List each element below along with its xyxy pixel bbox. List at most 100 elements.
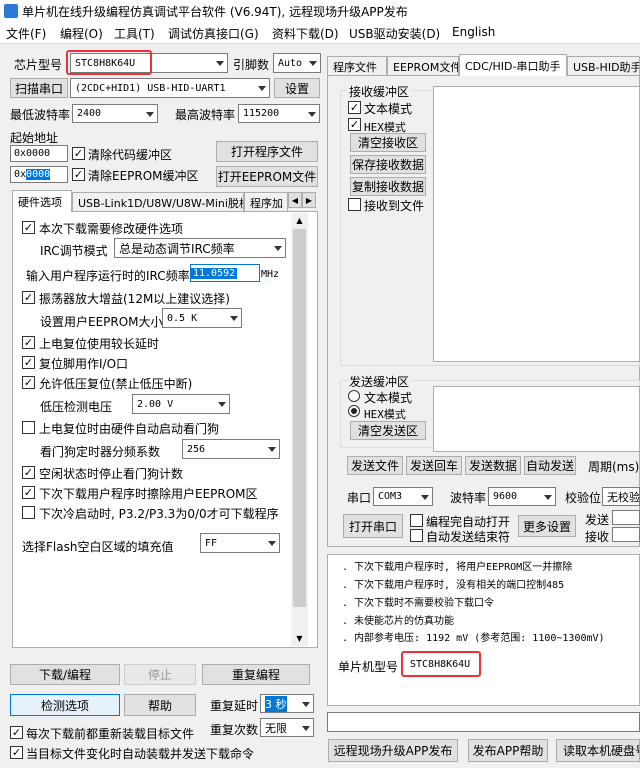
tab-hardware-options[interactable]: 硬件选项 bbox=[12, 190, 72, 212]
recv-counter-label: 接收 bbox=[585, 530, 610, 544]
send-text-mode-radio[interactable] bbox=[348, 390, 360, 402]
auto-send-button[interactable]: 自动发送 bbox=[524, 456, 576, 475]
tab-usb-hid[interactable]: USB-HID助手 bbox=[567, 56, 640, 76]
chevron-down-icon bbox=[309, 61, 317, 66]
wdt-prescaler-select[interactable]: 256 bbox=[182, 439, 280, 459]
recv-text-mode-checkbox[interactable]: ✓ bbox=[348, 101, 361, 114]
auto-terminator-checkbox[interactable] bbox=[410, 529, 423, 542]
idle-stop-wdt-label: 空闲状态时停止看门狗计数 bbox=[39, 467, 184, 481]
wdt-autostart-checkbox[interactable] bbox=[22, 421, 35, 434]
auto-send-download-checkbox[interactable]: ✓ bbox=[10, 746, 23, 759]
download-program-button[interactable]: 下载/编程 bbox=[10, 664, 120, 685]
reprogram-button[interactable]: 重复编程 bbox=[202, 664, 310, 685]
receive-textarea[interactable] bbox=[433, 86, 640, 362]
baud-rate-select[interactable]: 9600 bbox=[488, 487, 556, 506]
repeat-delay-select[interactable]: 3 秒 bbox=[260, 694, 314, 713]
menu-usb-driver[interactable]: USB驱动安装(D) bbox=[349, 25, 440, 42]
options-scrollbar[interactable]: ▲ ▼ bbox=[291, 213, 308, 646]
reload-target-checkbox[interactable]: ✓ bbox=[10, 726, 23, 739]
read-disk-id-button[interactable]: 读取本机硬盘号 bbox=[556, 739, 640, 762]
menu-debug[interactable]: 调试仿真接口(G) bbox=[168, 25, 259, 42]
auto-open-checkbox[interactable] bbox=[410, 514, 423, 527]
save-receive-button[interactable]: 保存接收数据 bbox=[350, 155, 426, 174]
menu-tools[interactable]: 工具(T) bbox=[114, 25, 155, 42]
scroll-up-icon[interactable]: ▲ bbox=[291, 213, 308, 228]
send-hex-mode-radio[interactable] bbox=[348, 405, 360, 417]
wdt-autostart-label: 上电复位时由硬件自动启动看门狗 bbox=[39, 422, 220, 436]
publish-help-button[interactable]: 发布APP帮助 bbox=[468, 739, 548, 762]
pins-label: 引脚数 bbox=[233, 58, 270, 72]
parity-select[interactable]: 无校验 bbox=[602, 487, 640, 506]
port-value: (2CDC+HID1) USB-HID-UART1 bbox=[75, 82, 226, 94]
tab-program-encrypt[interactable]: 程序加 bbox=[244, 192, 288, 212]
tab-eeprom-file[interactable]: EEPROM文件 bbox=[387, 56, 459, 76]
scan-port-button[interactable]: 扫描串口 bbox=[10, 78, 68, 98]
irc-freq-input[interactable]: 11.0592 bbox=[190, 264, 260, 282]
eeprom-addr-input[interactable]: 0x 0000 bbox=[10, 166, 68, 183]
start-addr-label: 起始地址 bbox=[10, 131, 59, 145]
clear-code-checkbox[interactable]: ✓ bbox=[72, 147, 85, 160]
chevron-down-icon bbox=[218, 402, 226, 407]
send-file-button[interactable]: 发送文件 bbox=[347, 456, 403, 475]
send-enter-button[interactable]: 发送回车 bbox=[406, 456, 462, 475]
receive-to-file-label: 接收到文件 bbox=[364, 199, 425, 213]
menu-program[interactable]: 编程(O) bbox=[60, 25, 103, 42]
osc-gain-checkbox[interactable]: ✓ bbox=[22, 291, 35, 304]
max-baud-select[interactable]: 115200 bbox=[238, 104, 320, 123]
poweron-delay-checkbox[interactable]: ✓ bbox=[22, 336, 35, 349]
irc-mode-select[interactable]: 总是动态调节IRC频率 bbox=[114, 238, 286, 258]
tab-usb-link[interactable]: USB-Link1D/U8W/U8W-Mini脱机 bbox=[72, 192, 244, 212]
copy-receive-button[interactable]: 复制接收数据 bbox=[350, 177, 426, 196]
pins-value: Auto bbox=[278, 57, 303, 69]
chevron-down-icon bbox=[268, 541, 276, 546]
com-port-select[interactable]: COM3 bbox=[373, 487, 433, 506]
repeat-count-select[interactable]: 无限 bbox=[260, 718, 314, 737]
check-options-button[interactable]: 检测选项 bbox=[10, 694, 120, 716]
max-baud-label: 最高波特率 bbox=[175, 108, 236, 122]
lvr-voltage-select[interactable]: 2.00 V bbox=[132, 394, 230, 414]
help-button[interactable]: 帮助 bbox=[124, 694, 196, 716]
publish-app-button[interactable]: 远程现场升级APP发布 bbox=[328, 739, 458, 762]
lvr-checkbox[interactable]: ✓ bbox=[22, 376, 35, 389]
menu-file[interactable]: 文件(F) bbox=[6, 25, 46, 42]
repeat-count-label: 重复次数 bbox=[210, 723, 259, 737]
erase-eeprom-label: 下次下载用户程序时擦除用户EEPROM区 bbox=[39, 487, 258, 501]
open-eeprom-file-button[interactable]: 打开EEPROM文件 bbox=[216, 166, 318, 187]
period-label: 周期(ms) bbox=[588, 460, 640, 474]
chevron-down-icon bbox=[230, 316, 238, 321]
idle-stop-wdt-checkbox[interactable]: ✓ bbox=[22, 466, 35, 479]
send-textarea[interactable] bbox=[433, 386, 640, 452]
tab-cdc-hid-serial[interactable]: CDC/HID-串口助手 bbox=[459, 54, 567, 76]
erase-eeprom-checkbox[interactable]: ✓ bbox=[22, 486, 35, 499]
send-data-button[interactable]: 发送数据 bbox=[465, 456, 521, 475]
more-settings-button[interactable]: 更多设置 bbox=[518, 515, 576, 537]
open-program-file-button[interactable]: 打开程序文件 bbox=[216, 141, 318, 162]
menu-english[interactable]: English bbox=[452, 25, 495, 39]
port-settings-button[interactable]: 设置 bbox=[274, 78, 320, 98]
eeprom-size-select[interactable]: 0.5 K bbox=[162, 308, 242, 328]
open-port-button[interactable]: 打开串口 bbox=[343, 514, 403, 538]
code-addr-input[interactable]: 0x0000 bbox=[10, 145, 68, 162]
min-baud-select[interactable]: 2400 bbox=[72, 104, 158, 123]
scroll-down-icon[interactable]: ▼ bbox=[291, 631, 308, 646]
port-select[interactable]: (2CDC+HID1) USB-HID-UART1 bbox=[70, 78, 270, 98]
stop-button[interactable]: 停止 bbox=[124, 664, 196, 685]
flash-fill-select[interactable]: FF bbox=[200, 533, 280, 553]
clear-receive-button[interactable]: 清空接收区 bbox=[350, 133, 426, 152]
clear-eeprom-checkbox[interactable]: ✓ bbox=[72, 168, 85, 181]
repeat-count-value: 无限 bbox=[265, 721, 287, 735]
lvr-voltage-label: 低压检测电压 bbox=[40, 400, 113, 414]
recv-hex-mode-checkbox[interactable]: ✓ bbox=[348, 118, 361, 131]
receive-to-file-checkbox[interactable] bbox=[348, 198, 361, 211]
tab-scroll-left-icon[interactable]: ◀ bbox=[288, 192, 302, 208]
cold-start-checkbox[interactable] bbox=[22, 506, 35, 519]
menu-download[interactable]: 资料下载(D) bbox=[272, 25, 339, 42]
pins-select[interactable]: Auto bbox=[273, 53, 321, 73]
tab-program-file[interactable]: 程序文件 bbox=[327, 56, 387, 76]
reset-pin-io-checkbox[interactable]: ✓ bbox=[22, 356, 35, 369]
eeprom-size-value: 0.5 K bbox=[167, 312, 198, 324]
clear-send-button[interactable]: 清空发送区 bbox=[350, 421, 426, 440]
redownload-options-checkbox[interactable]: ✓ bbox=[22, 221, 35, 234]
tab-scroll-right-icon[interactable]: ▶ bbox=[302, 192, 316, 208]
scrollbar-thumb[interactable] bbox=[293, 229, 306, 607]
